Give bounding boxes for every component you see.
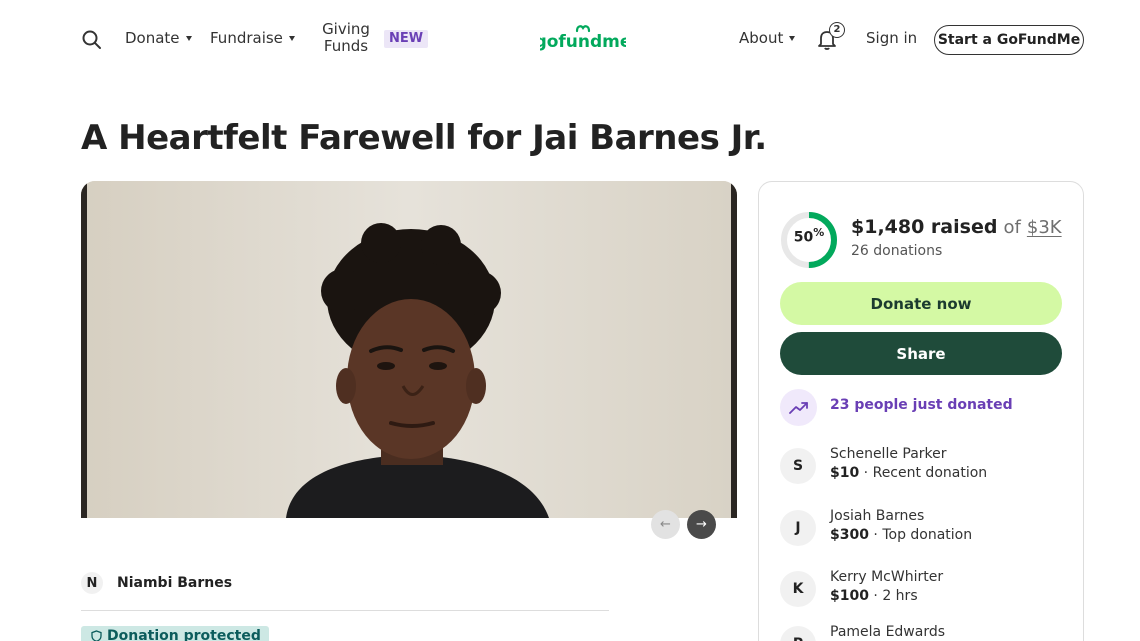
donor-name: Josiah Barnes — [830, 508, 925, 524]
donor-note: Recent donation — [872, 465, 988, 481]
raised-amount: $1,480 raised — [851, 216, 998, 238]
divider — [81, 610, 609, 611]
raised-summary: $1,480 raised of $3K — [851, 216, 1062, 238]
shield-icon — [91, 630, 102, 641]
donor-note: 2 hrs — [882, 588, 918, 604]
nav-donate-label: Donate — [125, 29, 180, 47]
progress-percent: 50% — [780, 226, 838, 246]
donor-name: Schenelle Parker — [830, 446, 947, 462]
donor-item: S Schenelle Parker $10 · Recent donation — [780, 446, 1070, 486]
next-photo-button[interactable]: → — [687, 510, 716, 539]
campaign-photo-image — [81, 181, 737, 518]
donor-item: P Pamela Edwards — [780, 624, 1070, 641]
nav-about-label: About — [739, 29, 784, 47]
progress-percent-value: 50 — [793, 229, 814, 246]
arrow-left-icon: ← — [660, 517, 671, 532]
donor-amount: $100 — [830, 588, 869, 604]
donor-details: $100 · 2 hrs — [830, 588, 918, 604]
arrow-right-icon: → — [696, 517, 707, 532]
donation-protected-badge[interactable]: Donation protected — [81, 626, 269, 641]
search-icon[interactable] — [81, 29, 103, 51]
share-button[interactable]: Share — [780, 332, 1062, 375]
gofundme-logo[interactable]: gofundme — [540, 22, 626, 56]
caret-down-icon — [185, 35, 192, 41]
donate-now-button[interactable]: Donate now — [780, 282, 1062, 325]
donor-amount: $10 — [830, 465, 860, 481]
new-badge: NEW — [384, 30, 429, 48]
nav-giving-funds[interactable]: Giving Funds — [318, 21, 374, 55]
donor-amount: $300 — [830, 527, 869, 543]
giving-funds-line1: Giving — [322, 20, 370, 38]
trend-badge — [780, 389, 817, 426]
donor-avatar: K — [780, 571, 816, 607]
nav-donate[interactable]: Donate — [125, 29, 192, 47]
caret-down-icon — [288, 35, 295, 41]
donation-protected-label: Donation protected — [107, 628, 261, 641]
recent-donations-text[interactable]: 23 people just donated — [830, 397, 1013, 413]
donation-count: 26 donations — [851, 243, 943, 259]
site-header: Donate Fundraise Giving Funds NEW gofund… — [0, 0, 1140, 78]
organizer[interactable]: N Niambi Barnes — [81, 572, 232, 594]
donor-item: K Kerry McWhirter $100 · 2 hrs — [780, 569, 1070, 609]
progress-percent-sign: % — [813, 226, 825, 239]
campaign-photo[interactable] — [81, 181, 737, 518]
logo-text: gofundme — [540, 32, 626, 52]
nav-fundraise[interactable]: Fundraise — [210, 29, 295, 47]
nav-fundraise-label: Fundraise — [210, 29, 283, 47]
donor-item: J Josiah Barnes $300 · Top donation — [780, 508, 1070, 548]
donor-name: Kerry McWhirter — [830, 569, 944, 585]
start-gofundme-button[interactable]: Start a GoFundMe — [934, 25, 1084, 55]
organizer-name: Niambi Barnes — [117, 575, 233, 591]
donor-details: $10 · Recent donation — [830, 465, 988, 481]
donor-details: $300 · Top donation — [830, 527, 973, 543]
donor-avatar: J — [780, 510, 816, 546]
raised-of: of — [1003, 217, 1021, 238]
giving-funds-line2: Funds — [323, 37, 369, 55]
donor-note: Top donation — [882, 527, 973, 543]
campaign-title: A Heartfelt Farewell for Jai Barnes Jr. — [81, 118, 767, 158]
previous-photo-button[interactable]: ← — [651, 510, 680, 539]
organizer-avatar: N — [81, 572, 103, 594]
caret-down-icon — [789, 35, 796, 41]
donor-avatar: S — [780, 448, 816, 484]
notification-count: 2 — [829, 22, 845, 38]
donor-avatar: P — [780, 626, 816, 641]
nav-about[interactable]: About — [739, 29, 796, 47]
trending-up-icon — [788, 401, 808, 414]
donor-name: Pamela Edwards — [830, 624, 946, 640]
goal-amount[interactable]: $3K — [1027, 217, 1062, 238]
sign-in-link[interactable]: Sign in — [866, 29, 917, 47]
